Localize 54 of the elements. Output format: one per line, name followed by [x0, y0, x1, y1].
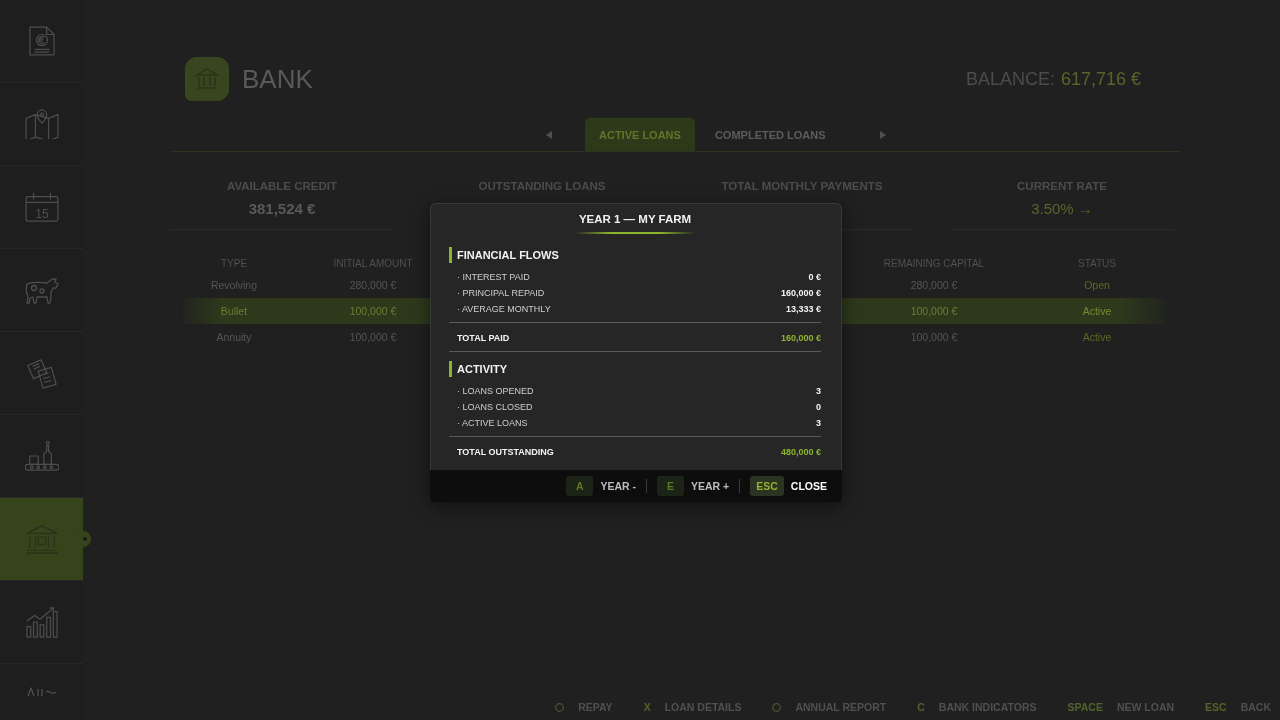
- section-heading: ACTIVITY: [449, 361, 821, 377]
- report-label: · AVERAGE MONTHLY: [457, 304, 551, 314]
- map-pin-icon: [24, 109, 59, 139]
- total-value: 160,000 €: [780, 333, 821, 343]
- total-label: TOTAL PAID: [457, 333, 510, 343]
- table-cell[interactable]: 100,000 €: [316, 298, 430, 324]
- status-cell[interactable]: Open: [1014, 272, 1165, 298]
- report-value: 3: [816, 386, 821, 396]
- shortcut-label[interactable]: YEAR +: [691, 480, 730, 492]
- status-cell[interactable]: Active: [1014, 324, 1165, 350]
- wave-icon: [26, 687, 57, 697]
- report-label: · LOANS CLOSED: [457, 402, 533, 412]
- stat-value: 3.50% →: [1031, 200, 1093, 218]
- report-label: · INTEREST PAID: [457, 272, 530, 282]
- shortcut-label[interactable]: CLOSE: [790, 480, 827, 492]
- report-label: · ACTIVE LOANS: [457, 418, 528, 428]
- key-hint: ESC: [1205, 701, 1227, 713]
- key-hint: C: [917, 701, 925, 713]
- key-hint: X: [643, 701, 651, 713]
- page-title: BANK: [242, 64, 313, 94]
- stat-value: 381,524 €: [248, 200, 316, 218]
- cow-icon: [23, 276, 60, 304]
- table-cell[interactable]: Bullet: [183, 298, 316, 324]
- next-icon[interactable]: [879, 130, 886, 139]
- total-label: TOTAL OUTSTANDING: [457, 447, 554, 457]
- dialog-title: YEAR 1 — MY FARM: [574, 212, 696, 234]
- report-value: 0: [816, 402, 821, 412]
- tab[interactable]: COMPLETED LOANS: [700, 118, 840, 151]
- report-value: 13,333 €: [785, 304, 821, 314]
- total-value: 480,000 €: [780, 447, 821, 457]
- report-value: 0 €: [808, 272, 821, 282]
- section-heading: FINANCIAL FLOWS: [449, 247, 821, 263]
- key-hint: SPACE: [1067, 701, 1103, 713]
- bar-chart-icon: [24, 606, 59, 638]
- table-cell[interactable]: 100,000 €: [842, 298, 1014, 324]
- ring-icon: [555, 702, 565, 712]
- report-value: 3: [816, 418, 821, 428]
- report-label: · LOANS OPENED: [457, 386, 534, 396]
- balance-value: 617,716 €: [1060, 68, 1141, 90]
- report-value: 160,000 €: [780, 288, 821, 298]
- key-hint: ESC: [750, 476, 784, 496]
- bank-logo-icon: [185, 57, 229, 101]
- conveyor-icon: [24, 440, 59, 472]
- key-hint: A: [566, 476, 594, 496]
- report-label: · PRINCIPAL REPAID: [457, 288, 545, 298]
- key-hint: E: [657, 476, 684, 496]
- ring-icon: [772, 702, 782, 712]
- documents-icon: [25, 357, 58, 389]
- status-cell[interactable]: Active: [1014, 298, 1165, 324]
- shortcut-label[interactable]: YEAR -: [600, 480, 636, 492]
- tab[interactable]: ACTIVE LOANS: [585, 118, 695, 151]
- previous-icon[interactable]: [546, 130, 552, 139]
- document-coin-icon: [28, 26, 55, 56]
- sidebar-item[interactable]: [0, 498, 83, 580]
